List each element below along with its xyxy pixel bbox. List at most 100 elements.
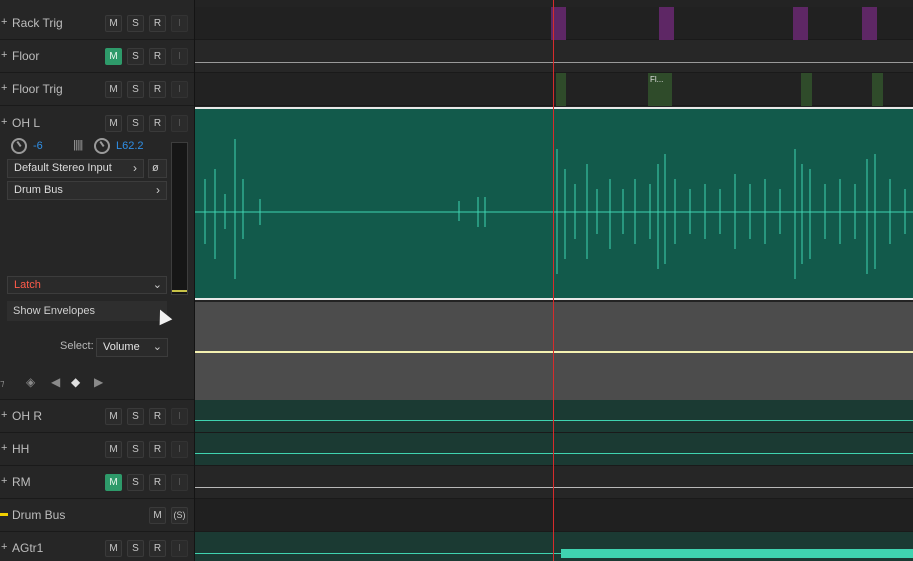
input-monitor-button[interactable]: I — [171, 540, 188, 557]
mute-button[interactable]: M — [105, 408, 122, 425]
input-select-label: Default Stereo Input — [14, 162, 112, 174]
plus-icon[interactable]: + — [1, 82, 10, 94]
clip-purple[interactable] — [793, 7, 808, 40]
envelope-hold-icon[interactable]: ⁊ — [0, 378, 4, 389]
solo-button[interactable]: S — [127, 540, 144, 557]
envelope-parameter-label: Volume — [103, 341, 140, 353]
solo-button[interactable]: (S) — [171, 507, 188, 524]
automation-mode-select[interactable]: Latch ⌄ — [7, 276, 167, 294]
track-header-oh-r[interactable]: + OH R M S R I — [0, 400, 194, 433]
solo-button[interactable]: S — [127, 115, 144, 132]
mute-button[interactable]: M — [105, 474, 122, 491]
lane-hh[interactable] — [195, 433, 913, 466]
track-header-drum-bus[interactable]: Drum Bus M (S) — [0, 499, 194, 532]
record-button[interactable]: R — [149, 441, 166, 458]
pan-value[interactable]: L62.2 — [116, 140, 144, 152]
mute-button[interactable]: M — [105, 540, 122, 557]
clip-green[interactable] — [801, 73, 812, 106]
show-envelopes-toggle[interactable]: Show Envelopes — [7, 301, 167, 321]
solo-button[interactable]: S — [127, 408, 144, 425]
input-monitor-button[interactable]: I — [171, 474, 188, 491]
track-header-floor-trig[interactable]: + Floor Trig M S R I — [0, 73, 194, 106]
lane-rm[interactable] — [195, 466, 913, 499]
input-monitor-button[interactable]: I — [171, 15, 188, 32]
plus-icon[interactable]: + — [1, 541, 10, 553]
volume-knob-icon[interactable] — [11, 138, 27, 154]
track-header-rm[interactable]: + RM M S R I — [0, 466, 194, 499]
track-name[interactable]: OH R — [12, 409, 42, 423]
input-monitor-button[interactable]: I — [171, 81, 188, 98]
solo-button[interactable]: S — [127, 81, 144, 98]
plus-icon[interactable]: + — [1, 475, 10, 487]
keyframe-clear-icon[interactable]: ◈ — [26, 375, 35, 389]
clip-green[interactable]: Fl... — [648, 73, 672, 106]
track-name[interactable]: RM — [12, 475, 31, 489]
track-name[interactable]: OH L — [12, 116, 40, 130]
solo-button[interactable]: S — [127, 15, 144, 32]
mute-button[interactable]: M — [105, 81, 122, 98]
volume-envelope-line[interactable] — [195, 351, 913, 353]
record-button[interactable]: R — [149, 15, 166, 32]
waveform-line — [195, 453, 913, 454]
track-name[interactable]: Rack Trig — [12, 16, 63, 30]
chevron-down-icon: ⌄ — [152, 279, 162, 291]
record-button[interactable]: R — [149, 408, 166, 425]
next-keyframe-icon[interactable]: ▶ — [94, 375, 103, 389]
mute-button[interactable]: M — [105, 441, 122, 458]
track-header-rack-trig[interactable]: + Rack Trig M S R I — [0, 7, 194, 40]
envelope-lane-oh-l[interactable] — [195, 302, 913, 400]
record-button[interactable]: R — [149, 540, 166, 557]
clip-purple[interactable] — [659, 7, 674, 40]
track-name[interactable]: Floor Trig — [12, 82, 63, 96]
lane-oh-l[interactable] — [195, 107, 913, 300]
plus-icon[interactable]: + — [1, 16, 10, 28]
mute-button[interactable]: M — [105, 48, 122, 65]
input-monitor-button[interactable]: I — [171, 48, 188, 65]
track-name[interactable]: Drum Bus — [12, 508, 65, 522]
bus-icon — [0, 513, 8, 516]
plus-icon[interactable]: + — [1, 442, 10, 454]
phase-invert-button[interactable]: ø — [148, 159, 167, 178]
track-name[interactable]: HH — [12, 442, 29, 456]
show-envelopes-label: Show Envelopes — [13, 305, 95, 317]
automation-mode-label: Latch — [14, 279, 41, 291]
lane-drum-bus[interactable] — [195, 499, 913, 532]
lane-floor[interactable] — [195, 40, 913, 73]
input-select[interactable]: Default Stereo Input › — [7, 159, 144, 178]
record-button[interactable]: R — [149, 115, 166, 132]
record-button[interactable]: R — [149, 48, 166, 65]
track-header-floor[interactable]: + Floor M S R I — [0, 40, 194, 73]
playhead[interactable] — [553, 0, 554, 561]
envelope-parameter-select[interactable]: Volume ⌄ — [96, 338, 168, 357]
plus-icon[interactable]: + — [1, 116, 7, 128]
clip-purple[interactable] — [862, 7, 877, 40]
record-button[interactable]: R — [149, 81, 166, 98]
input-monitor-button[interactable]: I — [171, 115, 188, 132]
clip-green[interactable] — [556, 73, 566, 106]
lane-floor-trig[interactable]: Fl... — [195, 73, 913, 106]
mute-button[interactable]: M — [149, 507, 166, 524]
solo-button[interactable]: S — [127, 441, 144, 458]
input-monitor-button[interactable]: I — [171, 441, 188, 458]
track-name[interactable]: AGtr1 — [12, 541, 43, 555]
track-header-hh[interactable]: + HH M S R I — [0, 433, 194, 466]
lane-oh-r[interactable] — [195, 400, 913, 433]
pan-knob-icon[interactable] — [94, 138, 110, 154]
track-header-agtr1[interactable]: + AGtr1 M S R I — [0, 532, 194, 561]
lane-agtr1[interactable] — [195, 532, 913, 561]
record-button[interactable]: R — [149, 474, 166, 491]
add-keyframe-icon[interactable]: ◆ — [71, 375, 80, 389]
mute-button[interactable]: M — [105, 15, 122, 32]
input-monitor-button[interactable]: I — [171, 408, 188, 425]
output-select[interactable]: Drum Bus › — [7, 181, 167, 200]
solo-button[interactable]: S — [127, 48, 144, 65]
prev-keyframe-icon[interactable]: ◀ — [51, 375, 60, 389]
volume-value[interactable]: -6 — [33, 140, 43, 152]
plus-icon[interactable]: + — [1, 49, 10, 61]
track-name[interactable]: Floor — [12, 49, 39, 63]
solo-button[interactable]: S — [127, 474, 144, 491]
clip-green[interactable] — [872, 73, 883, 106]
lane-rack-trig[interactable] — [195, 7, 913, 40]
plus-icon[interactable]: + — [1, 409, 10, 421]
mute-button[interactable]: M — [105, 115, 122, 132]
